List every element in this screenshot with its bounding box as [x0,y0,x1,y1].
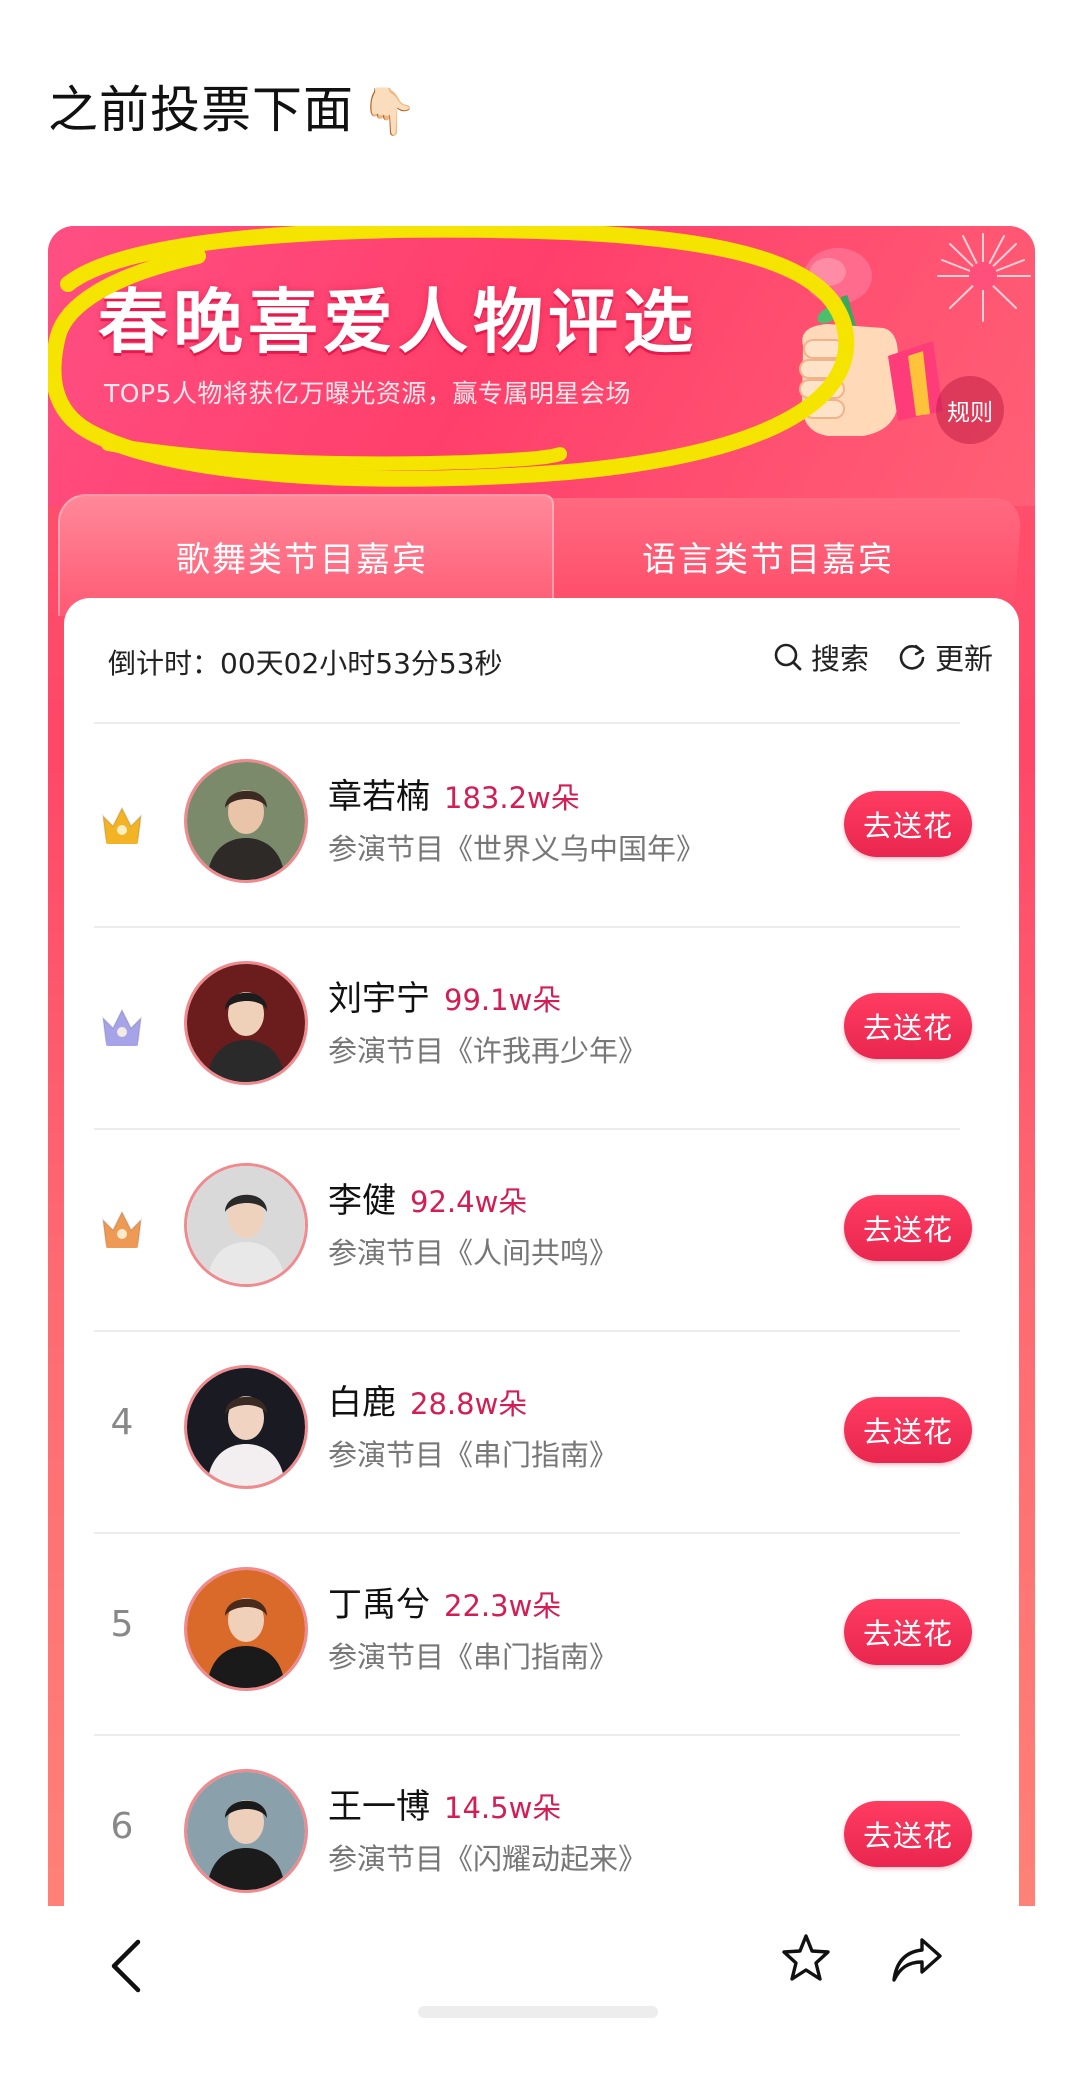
program-name: 参演节目《人间共鸣》 [328,1236,619,1270]
flower-count: 92.4w朵 [410,1185,528,1219]
rank-number: 6 [110,1806,134,1847]
send-flowers-button[interactable]: 去送花 [844,1801,972,1867]
avatar[interactable] [184,961,308,1085]
program-name: 参演节目《世界义乌中国年》 [328,832,706,866]
bronze-crown-icon [101,1210,143,1248]
send-flowers-button[interactable]: 去送花 [844,993,972,1059]
bottom-toolbar [0,1906,1080,2083]
star-name: 章若楠 [328,777,430,817]
send-flowers-button[interactable]: 去送花 [844,1195,972,1261]
countdown-timer: 倒计时：00天02小时53分53秒 [108,647,503,680]
ranking-row: 4 白鹿 28.8w朵 参演节目《串门指南》 去送花 [64,1332,1019,1532]
rank-number: 5 [110,1604,134,1645]
ranking-panel: 倒计时：00天02小时53分53秒 搜索 更新 章若楠 183.2w朵 参演节目… [64,598,1019,1970]
ranking-row: 章若楠 183.2w朵 参演节目《世界义乌中国年》 去送花 [64,726,1019,926]
banner-title: 春晚喜爱人物评选 [98,281,698,363]
send-flowers-button[interactable]: 去送花 [844,1397,972,1463]
star-name-line: 刘宇宁 99.1w朵 [328,971,561,1020]
star-name: 李健 [328,1181,396,1221]
avatar-image [187,1772,305,1890]
search-icon [774,643,802,671]
rules-button[interactable]: 规则 [936,376,1004,444]
rank-number: 4 [110,1402,134,1443]
avatar-image [187,1368,305,1486]
back-icon[interactable] [108,1938,144,1994]
avatar-image [187,1166,305,1284]
avatar[interactable] [184,759,308,883]
program-name: 参演节目《闪耀动起来》 [328,1842,648,1876]
star-name: 丁禹兮 [328,1585,430,1625]
star-name-line: 李健 92.4w朵 [328,1173,527,1222]
star-name: 王一博 [328,1787,430,1827]
avatar[interactable] [184,1567,308,1691]
avatar-image [187,964,305,1082]
divider [94,722,960,724]
star-name-line: 章若楠 183.2w朵 [328,769,580,818]
silver-crown-icon [101,1008,143,1046]
ranking-row: 李健 92.4w朵 参演节目《人间共鸣》 去送花 [64,1130,1019,1330]
panel-tools: 搜索 更新 [755,636,993,678]
tab-singing-dance[interactable]: 歌舞类节目嘉宾 [176,532,428,581]
post-text: 之前投票下面 👇🏻 [48,70,418,142]
avatar-image [187,1570,305,1688]
ranking-row: 5 丁禹兮 22.3w朵 参演节目《串门指南》 去送花 [64,1534,1019,1734]
star-name-line: 白鹿 28.8w朵 [328,1375,527,1424]
vote-screenshot-card: 春晚喜爱人物评选 TOP5人物将获亿万曝光资源，赢专属明星会场 规则 歌舞类节目… [48,226,1035,1970]
banner-subtitle: TOP5人物将获亿万曝光资源，赢专属明星会场 [104,379,631,408]
avatar[interactable] [184,1365,308,1489]
avatar-image [187,762,305,880]
send-flowers-button[interactable]: 去送花 [844,1599,972,1665]
star-name-line: 丁禹兮 22.3w朵 [328,1577,561,1626]
share-icon[interactable] [890,1934,946,1986]
search-label: 搜索 [810,642,869,676]
flower-count: 14.5w朵 [444,1791,562,1825]
refresh-label: 更新 [934,642,993,676]
avatar[interactable] [184,1163,308,1287]
star-icon[interactable] [780,1932,832,1984]
program-name: 参演节目《许我再少年》 [328,1034,648,1068]
program-name: 参演节目《串门指南》 [328,1438,619,1472]
refresh-button[interactable]: 更新 [897,636,993,678]
star-name: 白鹿 [328,1383,396,1423]
search-button[interactable]: 搜索 [773,636,869,678]
post-caption: 之前投票下面 [48,81,354,139]
send-flowers-button[interactable]: 去送花 [844,791,972,857]
program-name: 参演节目《串门指南》 [328,1640,619,1674]
flower-count: 22.3w朵 [444,1589,562,1623]
banner: 春晚喜爱人物评选 TOP5人物将获亿万曝光资源，赢专属明星会场 规则 [48,226,1035,506]
flower-count: 28.8w朵 [410,1387,528,1421]
flower-count: 183.2w朵 [444,781,580,815]
pointing-down-emoji: 👇🏻 [360,84,419,138]
refresh-icon [899,644,925,670]
ranking-row: 刘宇宁 99.1w朵 参演节目《许我再少年》 去送花 [64,928,1019,1128]
star-name-line: 王一博 14.5w朵 [328,1779,561,1828]
gold-crown-icon [101,806,143,844]
star-name: 刘宇宁 [328,979,430,1019]
avatar[interactable] [184,1769,308,1893]
flower-count: 99.1w朵 [444,983,562,1017]
home-indicator [418,2006,658,2018]
tab-language[interactable]: 语言类节目嘉宾 [642,532,894,581]
